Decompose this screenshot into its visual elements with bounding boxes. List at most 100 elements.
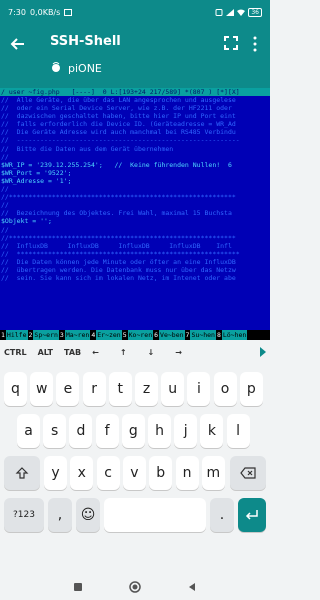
function-key-label: Su~hen bbox=[190, 330, 216, 340]
arrow-right-key[interactable]: → bbox=[175, 348, 182, 357]
editor-status-line: / user ~fig.php [----] 0 L:[193+24 217/5… bbox=[0, 88, 270, 96]
keyboard-row-1: qwertzuiop bbox=[0, 372, 270, 406]
terminal-line: // bbox=[1, 225, 9, 234]
key-i[interactable]: i bbox=[187, 372, 211, 406]
status-speed: 0,0KB/s bbox=[29, 7, 61, 17]
connection-name: piONE bbox=[68, 62, 102, 75]
emoji-key[interactable]: ☺ bbox=[76, 498, 100, 532]
function-key-5[interactable]: 5 Ko~ren bbox=[122, 330, 154, 340]
function-key-label: Ma~ren bbox=[64, 330, 91, 340]
fullscreen-icon[interactable] bbox=[224, 36, 238, 50]
key-e[interactable]: e bbox=[56, 372, 80, 406]
terminal-line: // bbox=[1, 201, 9, 210]
key-u[interactable]: u bbox=[161, 372, 185, 406]
function-key-label: Sp~ern bbox=[33, 330, 59, 340]
key-l[interactable]: l bbox=[226, 414, 250, 448]
key-w[interactable]: w bbox=[30, 372, 54, 406]
function-key-2[interactable]: 2 Sp~ern bbox=[28, 330, 59, 340]
function-key-label: Lö~hen bbox=[221, 330, 248, 340]
key-k[interactable]: k bbox=[200, 414, 224, 448]
key-z[interactable]: z bbox=[135, 372, 158, 406]
alt-key[interactable]: ALT bbox=[38, 348, 53, 357]
terminal-line: // oder ein Serial Device Server, wie z.… bbox=[1, 104, 232, 113]
key-h[interactable]: h bbox=[148, 414, 171, 448]
ctrl-key[interactable]: CTRL bbox=[4, 348, 27, 357]
key-q[interactable]: q bbox=[4, 372, 27, 406]
navigation-bar bbox=[0, 574, 270, 600]
expand-arrow-icon[interactable] bbox=[260, 347, 266, 357]
signal-icon bbox=[226, 8, 235, 16]
function-key-4[interactable]: 4 Er~zen bbox=[90, 330, 122, 340]
function-key-bar: 1 Hilfe 2 Sp~ern 3 Ma~ren 4 Er~zen 5 Ko~ren 6 Ve~be… bbox=[0, 330, 270, 340]
period-key[interactable]: . bbox=[210, 498, 234, 532]
page-title: SSH-Shell bbox=[50, 34, 121, 49]
function-key-3[interactable]: 3 Ma~ren bbox=[59, 330, 91, 340]
symbols-key[interactable]: ?123 bbox=[4, 498, 44, 532]
comma-key[interactable]: , bbox=[48, 498, 72, 532]
key-n[interactable]: n bbox=[175, 456, 199, 490]
terminal-line: // sein. Sie kann sich im lokalen Netz, … bbox=[1, 274, 236, 283]
key-a[interactable]: a bbox=[17, 414, 40, 448]
key-j[interactable]: j bbox=[174, 414, 198, 448]
key-c[interactable]: c bbox=[96, 456, 120, 490]
key-t[interactable]: t bbox=[108, 372, 132, 406]
home-icon[interactable] bbox=[129, 581, 141, 593]
key-x[interactable]: x bbox=[70, 456, 94, 490]
key-d[interactable]: d bbox=[69, 414, 93, 448]
terminal-line: // übertragen werden. Die Datenbank muss… bbox=[1, 265, 236, 274]
terminal-line: $WR_Port = '9522'; bbox=[1, 168, 72, 177]
terminal-line: // dazwischen geschaltet haben, bitte hi… bbox=[1, 112, 236, 121]
backspace-icon bbox=[240, 467, 256, 479]
terminal-line: //**************************************… bbox=[1, 233, 236, 242]
function-key-label: Er~zen bbox=[96, 330, 122, 340]
function-key-7[interactable]: 7 Su~hen bbox=[185, 330, 216, 340]
terminal-line: $Objekt = ''; bbox=[1, 217, 52, 226]
terminal-line: // Alle Geräte, die über das LAN angespr… bbox=[1, 96, 236, 104]
backspace-key[interactable] bbox=[230, 456, 266, 490]
terminal-line: $WR_Adresse = '1'; bbox=[1, 176, 72, 185]
terminal-line: $WR_IP = '239.12.255.254'; // Keine führ… bbox=[1, 160, 232, 169]
function-key-8[interactable]: 8 Lö~hen bbox=[216, 330, 248, 340]
key-s[interactable]: s bbox=[43, 414, 67, 448]
key-b[interactable]: b bbox=[149, 456, 173, 490]
function-key-6[interactable]: 6 Ve~ben bbox=[153, 330, 185, 340]
key-y[interactable]: y bbox=[44, 456, 67, 490]
key-v[interactable]: v bbox=[122, 456, 146, 490]
function-key-label: Ko~ren bbox=[127, 330, 154, 340]
enter-key[interactable] bbox=[238, 498, 266, 532]
terminal-line: // bbox=[1, 152, 9, 161]
terminal-line: // *************************************… bbox=[1, 249, 240, 258]
extra-keys-row: CTRL ALT TAB ← ↑ ↓ → bbox=[0, 340, 270, 364]
enter-icon bbox=[245, 510, 258, 520]
terminal-line: // Bezeichnung des Objektes. Frei Wahl, … bbox=[1, 209, 232, 218]
space-key[interactable] bbox=[104, 498, 206, 532]
key-m[interactable]: m bbox=[201, 456, 225, 490]
status-time: 7:30 bbox=[8, 7, 26, 17]
function-key-1[interactable]: 1 Hilfe bbox=[0, 330, 28, 340]
key-r[interactable]: r bbox=[82, 372, 106, 406]
function-key-label: Hilfe bbox=[5, 330, 28, 340]
terminal-line: // bbox=[1, 185, 9, 194]
recents-icon[interactable] bbox=[73, 582, 83, 592]
soft-keyboard: qwertzuiop asdfghjkl yxcvbnm ?123 , ☺ . bbox=[0, 364, 270, 574]
function-key-label: Ve~ben bbox=[159, 330, 185, 340]
tab-key[interactable]: TAB bbox=[64, 348, 81, 357]
key-f[interactable]: f bbox=[95, 414, 119, 448]
back-nav-icon[interactable] bbox=[187, 582, 197, 592]
keyboard-row-2: asdfghjkl bbox=[0, 414, 270, 448]
wifi-icon bbox=[237, 9, 246, 16]
terminal-line: // Die Geräte Adresse wird auch manchmal… bbox=[1, 128, 236, 137]
shift-key[interactable] bbox=[4, 456, 40, 490]
arrow-left-key[interactable]: ← bbox=[92, 348, 99, 357]
back-arrow-icon[interactable] bbox=[8, 34, 28, 54]
terminal-line: // Bitte die Daten aus dem Gerät überneh… bbox=[1, 144, 174, 153]
status-bar: 7:30 0,0KB/s 36 bbox=[0, 0, 270, 24]
keyboard-row-3: yxcvbnm bbox=[0, 456, 270, 490]
terminal[interactable]: / user ~fig.php [----] 0 L:[193+24 217/5… bbox=[0, 88, 270, 340]
key-o[interactable]: o bbox=[213, 372, 237, 406]
key-g[interactable]: g bbox=[121, 414, 145, 448]
arrow-up-key[interactable]: ↑ bbox=[120, 348, 127, 357]
key-p[interactable]: p bbox=[239, 372, 263, 406]
more-options-icon[interactable] bbox=[252, 36, 258, 52]
arrow-down-key[interactable]: ↓ bbox=[148, 348, 155, 357]
